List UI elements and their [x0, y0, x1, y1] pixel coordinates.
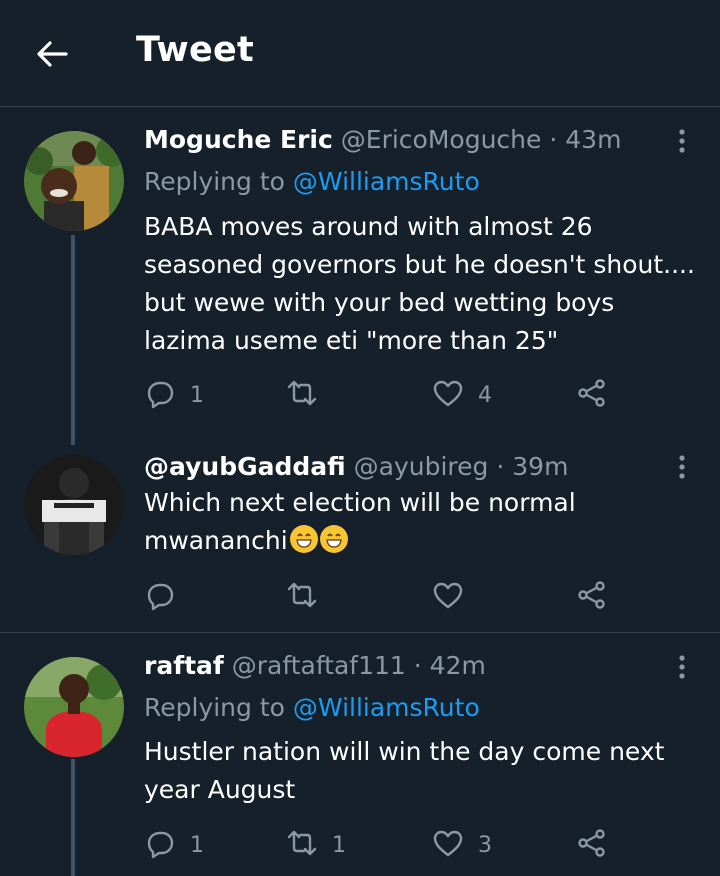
thread-line [71, 759, 75, 876]
reply-button[interactable]: 1 [144, 375, 204, 415]
like-count: 4 [478, 382, 492, 408]
retweet-icon [286, 827, 318, 863]
share-icon [576, 377, 608, 413]
tweet-header: raftaf @raftaftaf111 · 42m [144, 651, 486, 680]
top-bar: Tweet [0, 0, 720, 107]
handle[interactable]: @EricoMoguche [341, 125, 542, 154]
reply-icon [144, 377, 176, 413]
like-button[interactable]: 3 [432, 825, 492, 865]
display-name[interactable]: @ayubGaddafi [144, 452, 346, 481]
heart-icon [432, 579, 464, 615]
replying-prefix: Replying to [144, 167, 285, 196]
retweet-icon [286, 377, 318, 413]
tweet-actions [144, 577, 614, 617]
handle[interactable]: @ayubireg [354, 452, 489, 481]
retweet-button[interactable]: 1 [286, 825, 346, 865]
more-vertical-icon[interactable] [668, 453, 696, 481]
reply-icon [144, 827, 176, 863]
share-button[interactable] [576, 825, 608, 865]
grinning-emoji-icon [289, 525, 318, 553]
more-vertical-icon[interactable] [668, 653, 696, 681]
like-count: 3 [478, 832, 492, 858]
tweet-header: @ayubGaddafi @ayubireg · 39m [144, 452, 568, 481]
replying-to: Replying to @WilliamsRuto [144, 167, 480, 196]
tweet-text: Hustler nation will win the day come nex… [144, 737, 665, 804]
retweet-button[interactable] [286, 577, 318, 617]
tweet-actions: 1 1 3 [144, 825, 614, 865]
replying-prefix: Replying to [144, 693, 285, 722]
tweet-text: BABA moves around with almost 26 seasone… [144, 212, 695, 355]
tweet-text: Which next election will be normal mwana… [144, 484, 704, 560]
avatar[interactable] [24, 131, 124, 231]
like-button[interactable]: 4 [432, 375, 492, 415]
like-button[interactable] [432, 577, 464, 617]
tweet[interactable]: raftaf @raftaftaf111 · 42m Replying to @… [0, 633, 720, 876]
share-icon [576, 827, 608, 863]
reply-button[interactable]: 1 [144, 825, 204, 865]
tweet[interactable]: @ayubGaddafi @ayubireg · 39m Which next … [0, 437, 720, 632]
reply-button[interactable] [144, 577, 176, 617]
handle[interactable]: @raftaftaf111 [232, 651, 406, 680]
more-vertical-icon[interactable] [668, 127, 696, 155]
heart-icon [432, 377, 464, 413]
retweet-button[interactable] [286, 375, 332, 415]
retweet-icon [286, 579, 318, 615]
share-button[interactable] [576, 577, 608, 617]
thread-line [71, 235, 75, 445]
timestamp[interactable]: · 42m [414, 651, 486, 680]
tweet-text-content: Which next election will be normal mwana… [144, 488, 576, 555]
reply-count: 1 [190, 382, 204, 408]
heart-icon [432, 827, 464, 863]
share-button[interactable] [576, 375, 608, 415]
mention-link[interactable]: @WilliamsRuto [293, 167, 480, 196]
tweet[interactable]: Moguche Eric @EricoMoguche · 43m Replyin… [0, 107, 720, 445]
avatar[interactable] [24, 455, 124, 555]
tweet-header: Moguche Eric @EricoMoguche · 43m [144, 125, 621, 154]
share-icon [576, 579, 608, 615]
tweet-actions: 1 4 [144, 375, 614, 415]
reply-icon [144, 579, 176, 615]
timestamp[interactable]: · 43m [549, 125, 621, 154]
replying-to: Replying to @WilliamsRuto [144, 693, 480, 722]
page-title: Tweet [136, 30, 255, 70]
reply-count: 1 [190, 832, 204, 858]
display-name[interactable]: raftaf [144, 651, 224, 680]
timestamp[interactable]: · 39m [496, 452, 568, 481]
arrow-left-icon[interactable] [34, 36, 70, 72]
display-name[interactable]: Moguche Eric [144, 125, 333, 154]
avatar[interactable] [24, 657, 124, 757]
retweet-count: 1 [332, 832, 346, 858]
grinning-emoji-icon [319, 525, 348, 553]
mention-link[interactable]: @WilliamsRuto [293, 693, 480, 722]
